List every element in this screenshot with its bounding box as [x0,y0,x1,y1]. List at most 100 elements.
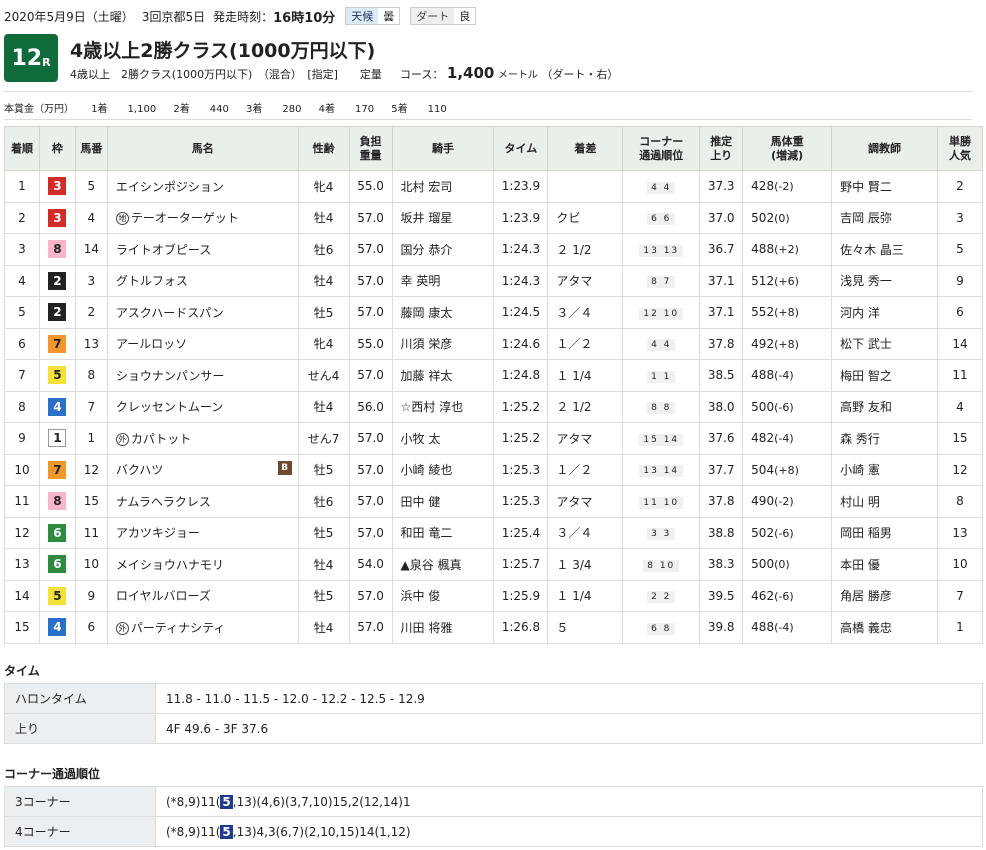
sex-age-cell: 牡6 [297,233,350,266]
horse-name-link[interactable]: アールロッソ [116,337,187,351]
corner-positions: 13 14 [639,465,684,478]
jockey-cell[interactable]: 小牧 太 [391,422,495,455]
jockey-cell[interactable]: ▲泉谷 楓真 [391,548,495,581]
trainer-cell[interactable]: 松下 武士 [831,327,938,360]
sex-age-cell: 牡5 [297,453,350,486]
horse-name-cell[interactable]: アールロッソ [106,327,299,360]
horse-name-link[interactable]: メイショウハナモリ [116,558,224,572]
horse-name-link[interactable]: エイシンポジション [116,180,224,194]
trainer-cell[interactable]: 野中 賢二 [831,170,938,203]
horse-name-cell[interactable]: アスクハードスパン [106,296,299,329]
horse-name-cell[interactable]: ライトオブピース [106,233,299,266]
horse-name-link[interactable]: ライトオブピース [116,243,211,257]
body-weight: 502 [751,525,775,540]
waku-cell: 2 [38,296,76,329]
horse-name-link[interactable]: グトルフォス [116,274,188,288]
waku-badge: 3 [48,208,67,227]
horse-name-cell[interactable]: 外カパトット [106,422,299,455]
trainer-cell[interactable]: 小崎 憲 [831,453,938,486]
margin-cell: ２ 1/2 [547,233,624,266]
time-cell: 1:24.5 [493,296,549,329]
trainer-cell[interactable]: 河内 洋 [831,296,938,329]
prize-money-line: 本賞金（万円） 1着 1,100 2着 440 3着 280 4着 170 5着… [4,100,461,115]
trainer-cell[interactable]: 梅田 智之 [831,359,938,392]
jockey-cell[interactable]: 川須 栄彦 [391,327,495,360]
jockey-cell[interactable]: 幸 英明 [391,264,495,297]
horse-name-cell[interactable]: 外パーティナシティ [106,611,299,644]
trainer-cell[interactable]: 岡田 稲男 [831,516,938,549]
corner-positions: 12 10 [639,307,684,320]
horse-name-link[interactable]: バクハツ [116,463,163,477]
body-weight-diff: (-4) [774,621,794,635]
horse-name-link[interactable]: パーティナシティ [131,621,226,635]
prize-5: 5着 110 [391,104,447,115]
body-weight: 482 [751,431,775,446]
horse-number-cell: 12 [74,453,108,486]
last-3f-cell: 37.1 [699,296,744,329]
last-3f-cell: 36.7 [699,233,744,266]
horse-number-cell: 6 [74,611,108,644]
trainer-cell[interactable]: 浅見 秀一 [831,264,938,297]
horse-number-cell: 9 [74,579,108,612]
horse-name-link[interactable]: カパトット [131,432,191,446]
jockey-cell[interactable]: 国分 恭介 [391,233,495,266]
col-time-header: タイム [493,126,549,171]
horse-name-cell[interactable]: ナムラヘラクレス [106,485,299,518]
divider [4,119,972,120]
horse-name-link[interactable]: クレッセントムーン [116,400,223,414]
sex-age-cell: 牡5 [297,579,350,612]
jockey-cell[interactable]: 加藤 祥太 [391,359,495,392]
body-weight-cell: 490(-2) [742,485,833,518]
horse-name-link[interactable]: ショウナンパンサー [116,369,225,383]
horse-name-link[interactable]: アスクハードスパン [116,306,224,320]
sex-age-cell: 牡4 [297,264,350,297]
horse-name-cell[interactable]: バクハツ B [106,453,299,486]
carried-weight-cell: 57.0 [348,201,393,234]
jockey-cell[interactable]: 小崎 綾也 [391,453,495,486]
jockey-cell[interactable]: 川田 将雅 [391,611,495,644]
horse-name-link[interactable]: アカツキジョー [116,526,200,540]
jockey-cell[interactable]: 北村 宏司 [391,170,495,203]
track-badge: ダート 良 [410,7,477,25]
horse-name-cell[interactable]: メイショウハナモリ [106,548,299,581]
trainer-cell[interactable]: 角居 勝彦 [831,579,938,612]
jockey-cell[interactable]: ☆西村 淳也 [391,390,495,423]
horse-name-cell[interactable]: クレッセントムーン [106,390,299,423]
horse-name-cell[interactable]: グトルフォス [106,264,299,297]
trainer-cell[interactable]: 佐々木 晶三 [831,233,938,266]
time-cell: 1:24.3 [493,233,549,266]
body-weight-diff: (+2) [774,243,799,257]
horse-name-cell[interactable]: 地テーオーターゲット [106,201,299,234]
horse-name-link[interactable]: テーオーターゲット [131,211,239,225]
horse-name-cell[interactable]: アカツキジョー [106,516,299,549]
horse-name-cell[interactable]: エイシンポジション [106,170,299,203]
trainer-cell[interactable]: 村山 明 [831,485,938,518]
trainer-cell[interactable]: 吉岡 辰弥 [831,201,938,234]
corner3-post: ,13)(4,6)(3,7,10)15,2(12,14)1 [232,794,411,809]
horse-name-cell[interactable]: ショウナンパンサー [106,359,299,392]
trainer-cell[interactable]: 高橋 義忠 [831,611,938,644]
carried-weight-cell: 57.0 [348,453,393,486]
body-weight: 490 [751,494,775,509]
carried-weight-cell: 57.0 [348,579,393,612]
horse-name-link[interactable]: ロイヤルバローズ [116,589,211,603]
trainer-cell[interactable]: 森 秀行 [831,422,938,455]
jockey-cell[interactable]: 浜中 俊 [391,579,495,612]
corner4-pre: (*8,9)11( [166,824,221,839]
jockey-cell[interactable]: 和田 竜二 [391,516,495,549]
margin-cell: １／２ [547,453,624,486]
jockey-cell[interactable]: 田中 健 [391,485,495,518]
trainer-cell[interactable]: 本田 優 [831,548,938,581]
col-trainer-header: 調教師 [831,126,938,171]
jockey-cell[interactable]: 藤岡 康太 [391,296,495,329]
horse-origin-mark: 外 [115,621,129,635]
prize-1: 1着 1,100 [91,104,157,115]
trainer-cell[interactable]: 高野 友和 [831,390,938,423]
time-cell: 1:25.4 [493,516,549,549]
jockey-cell[interactable]: 坂井 瑠星 [391,201,495,234]
margin-cell: クビ [547,201,624,234]
popularity-cell: 8 [936,485,984,518]
body-weight-diff: (-6) [774,400,794,414]
horse-name-link[interactable]: ナムラヘラクレス [116,495,211,509]
horse-name-cell[interactable]: ロイヤルバローズ [106,579,299,612]
